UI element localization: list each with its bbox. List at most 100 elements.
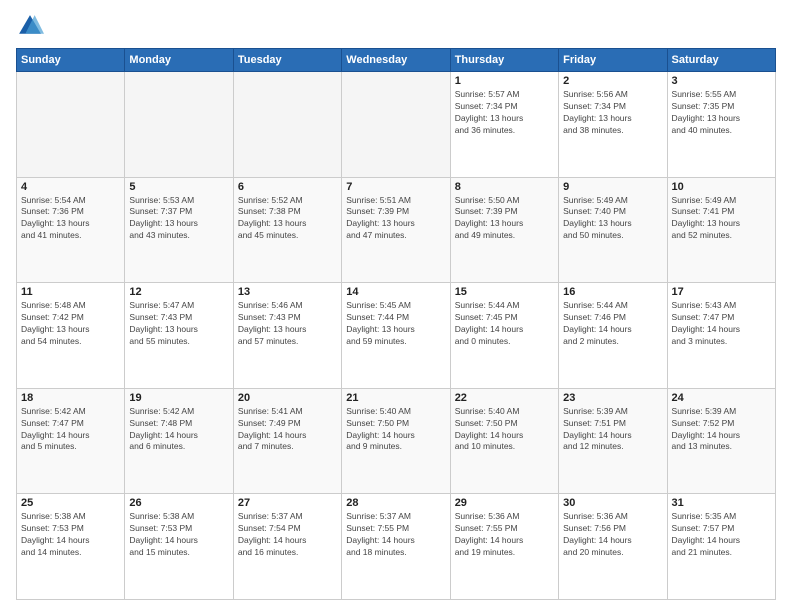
weekday-sunday: Sunday [17, 49, 125, 72]
day-number: 8 [455, 181, 554, 193]
page: SundayMondayTuesdayWednesdayThursdayFrid… [0, 0, 792, 612]
calendar-cell: 12Sunrise: 5:47 AM Sunset: 7:43 PM Dayli… [125, 283, 233, 389]
calendar-cell: 16 Sunrise: 5:44 AM Sunset: 7:46 PM Dayli… [559, 283, 667, 389]
day-info: Sunrise: 5:37 AM Sunset: 7:55 PM Dayligh… [346, 511, 445, 559]
calendar-table: SundayMondayTuesdayWednesdayThursdayFrid… [16, 48, 776, 600]
day-info: Sunrise: 5:48 AM Sunset: 7:42 PM Dayligh… [21, 300, 120, 348]
day-info: Sunrise: 5:35 AM Sunset: 7:57 PM Dayligh… [672, 511, 771, 559]
calendar-cell: 11 Sunrise: 5:48 AM Sunset: 7:42 PM Dayli… [17, 283, 125, 389]
day-number: 29 [455, 497, 554, 509]
day-number: 19 [129, 392, 228, 404]
day-number: 30 [563, 497, 662, 509]
calendar-cell: 15 Sunrise: 5:44 AM Sunset: 7:45 PM Dayli… [450, 283, 558, 389]
day-info: Sunrise: 5:36 AM Sunset: 7:56 PM Dayligh… [563, 511, 662, 559]
calendar-cell: 14 Sunrise: 5:45 AM Sunset: 7:44 PM Dayli… [342, 283, 450, 389]
week-row-4: 18 Sunrise: 5:42 AM Sunset: 7:47 PM Dayli… [17, 388, 776, 494]
calendar-cell: 22 Sunrise: 5:40 AM Sunset: 7:50 PM Dayli… [450, 388, 558, 494]
calendar-cell: 26 Sunrise: 5:38 AM Sunset: 7:53 PM Dayli… [125, 494, 233, 600]
weekday-header-row: SundayMondayTuesdayWednesdayThursdayFrid… [17, 49, 776, 72]
week-row-2: 4 Sunrise: 5:54 AM Sunset: 7:36 PM Daylig… [17, 177, 776, 283]
calendar-cell: 19 Sunrise: 5:42 AM Sunset: 7:48 PM Dayli… [125, 388, 233, 494]
day-info: Sunrise: 5:57 AM Sunset: 7:34 PM Dayligh… [455, 89, 554, 137]
day-number: 26 [129, 497, 228, 509]
calendar-cell: 28 Sunrise: 5:37 AM Sunset: 7:55 PM Dayli… [342, 494, 450, 600]
week-row-3: 11 Sunrise: 5:48 AM Sunset: 7:42 PM Dayli… [17, 283, 776, 389]
day-info: Sunrise: 5:40 AM Sunset: 7:50 PM Dayligh… [455, 406, 554, 454]
day-number: 7 [346, 181, 445, 193]
day-info: Sunrise: 5:42 AM Sunset: 7:47 PM Dayligh… [21, 406, 120, 454]
calendar-cell [17, 72, 125, 178]
day-info: Sunrise: 5:44 AM Sunset: 7:46 PM Dayligh… [563, 300, 662, 348]
day-info: Sunrise: 5:50 AM Sunset: 7:39 PM Dayligh… [455, 195, 554, 243]
calendar-cell: 18 Sunrise: 5:42 AM Sunset: 7:47 PM Dayli… [17, 388, 125, 494]
day-number: 15 [455, 286, 554, 298]
day-info: Sunrise: 5:53 AM Sunset: 7:37 PM Dayligh… [129, 195, 228, 243]
calendar-cell: 6Sunrise: 5:52 AM Sunset: 7:38 PM Daylig… [233, 177, 341, 283]
calendar-cell: 24Sunrise: 5:39 AM Sunset: 7:52 PM Dayli… [667, 388, 775, 494]
day-info: Sunrise: 5:43 AM Sunset: 7:47 PM Dayligh… [672, 300, 771, 348]
logo [16, 12, 48, 40]
day-info: Sunrise: 5:37 AM Sunset: 7:54 PM Dayligh… [238, 511, 337, 559]
logo-icon [16, 12, 44, 40]
day-info: Sunrise: 5:38 AM Sunset: 7:53 PM Dayligh… [129, 511, 228, 559]
day-info: Sunrise: 5:39 AM Sunset: 7:51 PM Dayligh… [563, 406, 662, 454]
calendar-cell: 8 Sunrise: 5:50 AM Sunset: 7:39 PM Daylig… [450, 177, 558, 283]
weekday-monday: Monday [125, 49, 233, 72]
day-number: 25 [21, 497, 120, 509]
day-info: Sunrise: 5:49 AM Sunset: 7:41 PM Dayligh… [672, 195, 771, 243]
weekday-thursday: Thursday [450, 49, 558, 72]
day-number: 2 [563, 75, 662, 87]
day-info: Sunrise: 5:42 AM Sunset: 7:48 PM Dayligh… [129, 406, 228, 454]
day-info: Sunrise: 5:41 AM Sunset: 7:49 PM Dayligh… [238, 406, 337, 454]
day-number: 3 [672, 75, 771, 87]
calendar-cell: 13Sunrise: 5:46 AM Sunset: 7:43 PM Dayli… [233, 283, 341, 389]
weekday-wednesday: Wednesday [342, 49, 450, 72]
calendar-cell: 3 Sunrise: 5:55 AM Sunset: 7:35 PM Daylig… [667, 72, 775, 178]
day-number: 5 [129, 181, 228, 193]
weekday-friday: Friday [559, 49, 667, 72]
day-number: 18 [21, 392, 120, 404]
day-number: 14 [346, 286, 445, 298]
calendar-cell: 17 Sunrise: 5:43 AM Sunset: 7:47 PM Dayli… [667, 283, 775, 389]
calendar-cell: 4 Sunrise: 5:54 AM Sunset: 7:36 PM Daylig… [17, 177, 125, 283]
day-number: 17 [672, 286, 771, 298]
day-number: 21 [346, 392, 445, 404]
day-info: Sunrise: 5:45 AM Sunset: 7:44 PM Dayligh… [346, 300, 445, 348]
calendar-cell: 29 Sunrise: 5:36 AM Sunset: 7:55 PM Dayli… [450, 494, 558, 600]
day-info: Sunrise: 5:55 AM Sunset: 7:35 PM Dayligh… [672, 89, 771, 137]
calendar-cell: 25Sunrise: 5:38 AM Sunset: 7:53 PM Dayli… [17, 494, 125, 600]
day-number: 16 [563, 286, 662, 298]
day-number: 4 [21, 181, 120, 193]
calendar-cell: 21Sunrise: 5:40 AM Sunset: 7:50 PM Dayli… [342, 388, 450, 494]
calendar-cell [233, 72, 341, 178]
calendar-cell: 31 Sunrise: 5:35 AM Sunset: 7:57 PM Dayli… [667, 494, 775, 600]
day-number: 20 [238, 392, 337, 404]
day-number: 9 [563, 181, 662, 193]
day-number: 13 [238, 286, 337, 298]
day-number: 23 [563, 392, 662, 404]
day-info: Sunrise: 5:51 AM Sunset: 7:39 PM Dayligh… [346, 195, 445, 243]
calendar-cell [125, 72, 233, 178]
day-number: 27 [238, 497, 337, 509]
day-number: 11 [21, 286, 120, 298]
calendar-cell [342, 72, 450, 178]
day-number: 10 [672, 181, 771, 193]
calendar-cell: 2 Sunrise: 5:56 AM Sunset: 7:34 PM Daylig… [559, 72, 667, 178]
day-info: Sunrise: 5:54 AM Sunset: 7:36 PM Dayligh… [21, 195, 120, 243]
calendar-cell: 27 Sunrise: 5:37 AM Sunset: 7:54 PM Dayli… [233, 494, 341, 600]
day-number: 22 [455, 392, 554, 404]
calendar-cell: 23 Sunrise: 5:39 AM Sunset: 7:51 PM Dayli… [559, 388, 667, 494]
day-info: Sunrise: 5:49 AM Sunset: 7:40 PM Dayligh… [563, 195, 662, 243]
calendar-cell: 5 Sunrise: 5:53 AM Sunset: 7:37 PM Daylig… [125, 177, 233, 283]
day-info: Sunrise: 5:56 AM Sunset: 7:34 PM Dayligh… [563, 89, 662, 137]
day-info: Sunrise: 5:36 AM Sunset: 7:55 PM Dayligh… [455, 511, 554, 559]
weekday-saturday: Saturday [667, 49, 775, 72]
day-info: Sunrise: 5:44 AM Sunset: 7:45 PM Dayligh… [455, 300, 554, 348]
day-number: 28 [346, 497, 445, 509]
header [16, 12, 776, 40]
day-number: 31 [672, 497, 771, 509]
day-number: 12 [129, 286, 228, 298]
calendar-cell: 7 Sunrise: 5:51 AM Sunset: 7:39 PM Daylig… [342, 177, 450, 283]
calendar-cell: 10 Sunrise: 5:49 AM Sunset: 7:41 PM Dayli… [667, 177, 775, 283]
day-number: 6 [238, 181, 337, 193]
